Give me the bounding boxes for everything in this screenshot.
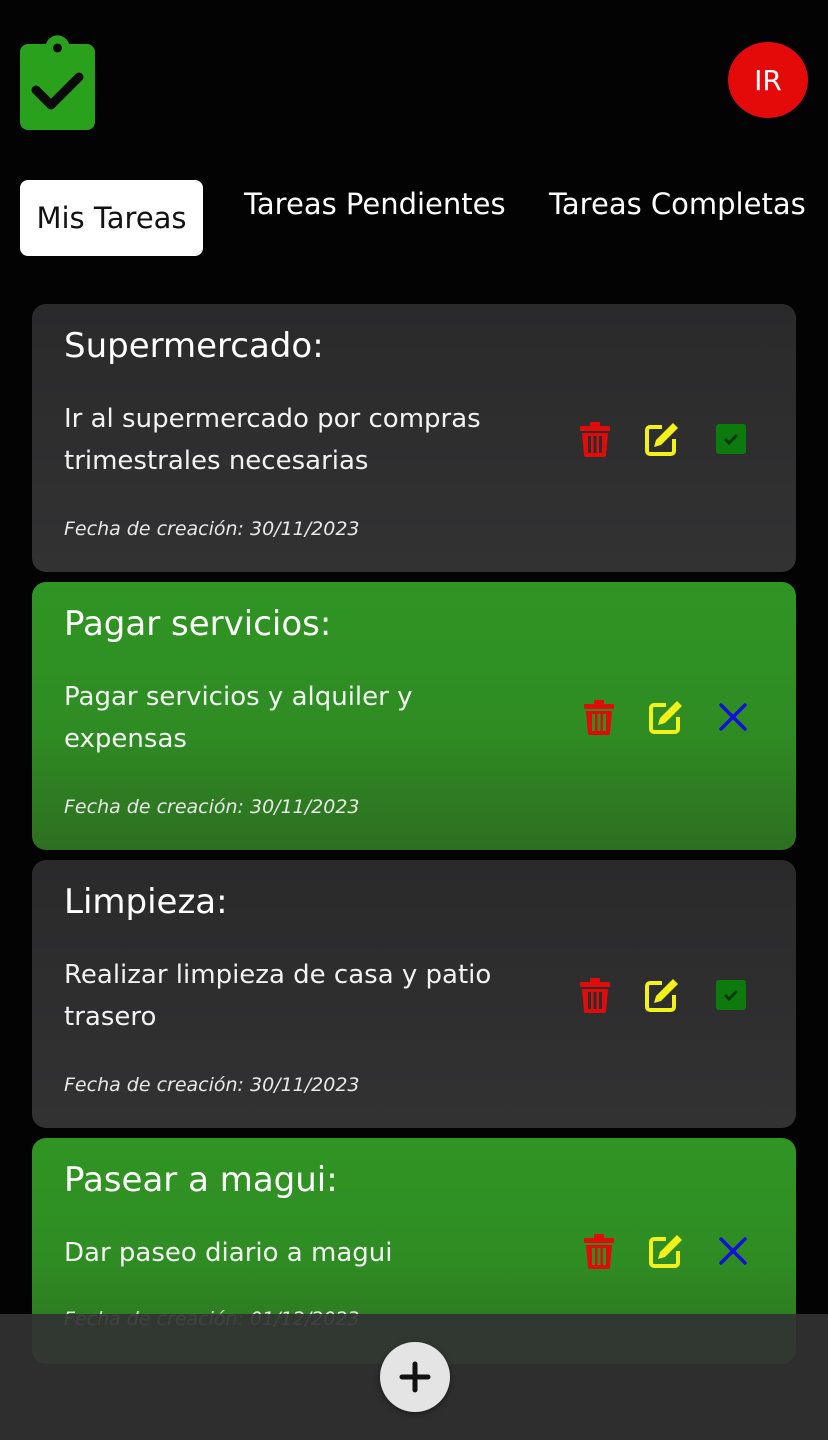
trash-icon: [580, 977, 610, 1013]
close-icon: [719, 703, 747, 731]
complete-button[interactable]: [713, 419, 749, 459]
task-date: Fecha de creación: 30/11/2023: [64, 518, 360, 540]
task-description: Realizar limpieza de casa y patio traser…: [64, 960, 492, 1032]
edit-button[interactable]: [644, 975, 680, 1015]
task-description: Dar paseo diario a magui: [64, 1238, 393, 1268]
task-description: Pagar servicios y alquiler y expensas: [64, 682, 413, 754]
plus-icon: [399, 1361, 431, 1393]
clipboard-check-icon: [20, 30, 95, 130]
task-title: Supermercado:: [64, 326, 324, 366]
edit-button[interactable]: [648, 1231, 684, 1271]
edit-icon: [649, 1235, 682, 1268]
complete-button[interactable]: [713, 975, 749, 1015]
task-date: Fecha de creación: 30/11/2023: [64, 1074, 360, 1096]
checkbox-checked-icon: [716, 424, 746, 454]
checkbox-checked-icon: [716, 980, 746, 1010]
uncomplete-button[interactable]: [715, 1231, 751, 1271]
task-title: Limpieza:: [64, 882, 228, 922]
trash-icon: [584, 1233, 614, 1269]
delete-button[interactable]: [577, 975, 613, 1015]
task-card: Supermercado: Ir al supermercado por com…: [32, 304, 796, 572]
edit-button[interactable]: [644, 419, 680, 459]
uncomplete-button[interactable]: [715, 697, 751, 737]
task-card: Pagar servicios: Pagar servicios y alqui…: [32, 582, 796, 850]
edit-icon: [645, 979, 678, 1012]
edit-icon: [645, 423, 678, 456]
close-icon: [719, 1237, 747, 1265]
edit-button[interactable]: [648, 697, 684, 737]
delete-button[interactable]: [581, 697, 617, 737]
app-screen: IR Mis Tareas Tareas Pendientes Tareas C…: [0, 0, 828, 1440]
delete-button[interactable]: [577, 419, 613, 459]
task-description: Ir al supermercado por compras trimestra…: [64, 404, 481, 476]
tab-mis-tareas[interactable]: Mis Tareas: [20, 180, 203, 256]
task-date: Fecha de creación: 30/11/2023: [64, 796, 360, 818]
delete-button[interactable]: [581, 1231, 617, 1271]
edit-icon: [649, 701, 682, 734]
tab-tareas-completas[interactable]: Tareas Completas: [549, 190, 806, 219]
add-task-button[interactable]: [380, 1342, 450, 1412]
trash-icon: [580, 421, 610, 457]
user-avatar[interactable]: IR: [728, 42, 808, 118]
tab-tareas-pendientes[interactable]: Tareas Pendientes: [244, 190, 506, 219]
task-title: Pasear a magui:: [64, 1160, 338, 1200]
task-card: Limpieza: Realizar limpieza de casa y pa…: [32, 860, 796, 1128]
trash-icon: [584, 699, 614, 735]
task-title: Pagar servicios:: [64, 604, 332, 644]
